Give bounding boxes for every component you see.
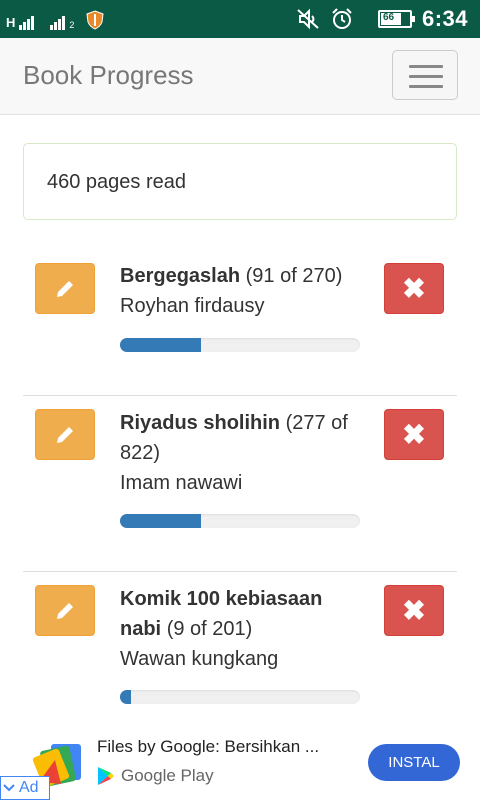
progress-fill bbox=[120, 690, 131, 704]
pencil-icon bbox=[57, 426, 73, 443]
book-item: Komik 100 kebiasaan nabi (9 of 201) Wawa… bbox=[23, 571, 457, 724]
shield-icon bbox=[86, 10, 104, 30]
progress-fill bbox=[120, 514, 201, 528]
google-play-icon bbox=[98, 767, 114, 785]
pages-read-text: 460 pages read bbox=[47, 171, 187, 193]
delete-button[interactable]: ✖ bbox=[384, 263, 444, 314]
edit-button[interactable] bbox=[35, 409, 95, 460]
book-info: Bergegaslah (91 of 270) Royhan firdausy bbox=[120, 261, 366, 321]
google-play-badge: Google Play bbox=[97, 766, 214, 786]
status-bar: H 2 66 6:34 bbox=[0, 0, 480, 38]
chevron-down-icon bbox=[3, 784, 15, 792]
store-name: Google Play bbox=[121, 766, 214, 785]
signal-icon bbox=[19, 16, 35, 30]
ad-label-text: Ad bbox=[19, 779, 39, 796]
book-info: Riyadus sholihin (277 of 822) Imam nawaw… bbox=[120, 408, 366, 498]
close-icon: ✖ bbox=[402, 272, 426, 304]
status-right: 66 6:34 bbox=[296, 4, 468, 34]
signal-icon-2 bbox=[50, 16, 66, 30]
delete-button[interactable]: ✖ bbox=[384, 409, 444, 460]
network-type-icon: H bbox=[6, 15, 16, 30]
ad-label[interactable]: Ad bbox=[0, 776, 50, 800]
book-title: Bergegaslah bbox=[120, 265, 241, 287]
pencil-icon bbox=[57, 280, 73, 297]
book-item: Riyadus sholihin (277 of 822) Imam nawaw… bbox=[23, 395, 457, 571]
mute-icon bbox=[297, 8, 319, 30]
hamburger-line bbox=[409, 85, 443, 88]
book-progress-text: (9 of 201) bbox=[166, 618, 253, 640]
alarm-icon bbox=[332, 8, 352, 29]
hamburger-line bbox=[409, 75, 443, 78]
ad-banner[interactable]: Files by Google: Bersihkan ... Google Pl… bbox=[0, 724, 480, 800]
book-progress-bar bbox=[120, 690, 360, 704]
battery-icon: 66 bbox=[377, 10, 415, 28]
clock: 6:34 bbox=[421, 6, 468, 31]
battery-level: 66 bbox=[382, 12, 395, 23]
navbar: Book Progress bbox=[0, 38, 480, 115]
hamburger-line bbox=[409, 65, 443, 68]
edit-button[interactable] bbox=[35, 585, 95, 636]
pencil-icon bbox=[57, 602, 73, 619]
close-icon: ✖ bbox=[402, 594, 426, 626]
book-progress-bar bbox=[120, 338, 360, 352]
book-author: Imam nawawi bbox=[120, 472, 243, 494]
ad-title[interactable]: Files by Google: Bersihkan ... bbox=[97, 737, 319, 757]
menu-toggle-button[interactable] bbox=[392, 50, 458, 100]
install-button[interactable]: INSTAL bbox=[368, 744, 460, 781]
book-progress-bar bbox=[120, 514, 360, 528]
sim-index-label: 2 bbox=[69, 20, 75, 30]
app-title[interactable]: Book Progress bbox=[23, 60, 194, 91]
book-info: Komik 100 kebiasaan nabi (9 of 201) Wawa… bbox=[120, 584, 366, 674]
status-left: H 2 bbox=[6, 6, 104, 30]
delete-button[interactable]: ✖ bbox=[384, 585, 444, 636]
progress-fill bbox=[120, 338, 201, 352]
book-author: Royhan firdausy bbox=[120, 295, 265, 317]
pages-read-summary: 460 pages read bbox=[23, 143, 457, 220]
book-title: Riyadus sholihin bbox=[120, 412, 281, 434]
edit-button[interactable] bbox=[35, 263, 95, 314]
book-author: Wawan kungkang bbox=[120, 648, 279, 670]
book-item: Bergegaslah (91 of 270) Royhan firdausy … bbox=[23, 240, 457, 395]
book-progress-text: (91 of 270) bbox=[245, 265, 343, 287]
close-icon: ✖ bbox=[402, 418, 426, 450]
